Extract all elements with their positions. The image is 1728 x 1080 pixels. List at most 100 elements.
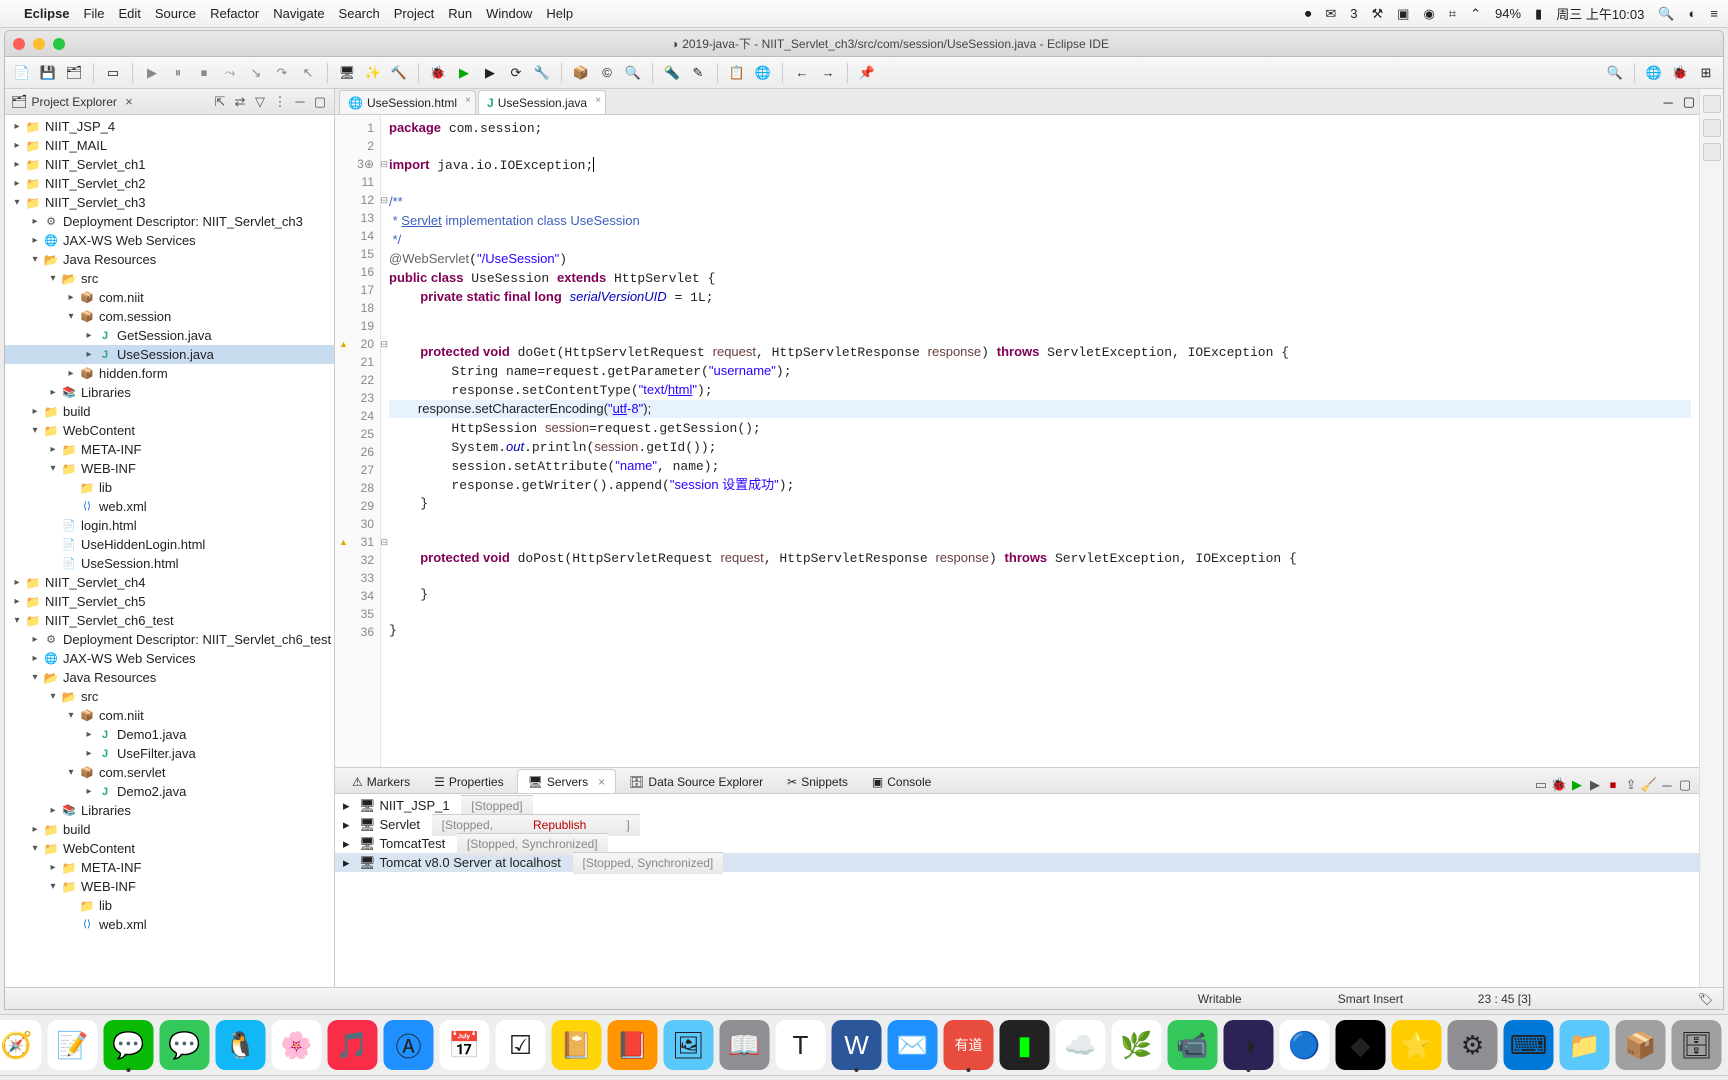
tree-item[interactable]: NIIT_Servlet_ch4: [43, 575, 145, 590]
status-grid-icon[interactable]: ⌗: [1449, 6, 1456, 22]
tree-item[interactable]: web.xml: [97, 917, 147, 932]
dock-terminal[interactable]: ▮: [1000, 1020, 1050, 1070]
dock-cloud1[interactable]: ☁️: [1056, 1020, 1106, 1070]
tree-item[interactable]: JAX-WS Web Services: [61, 651, 196, 666]
perspective-jee-button[interactable]: 🌐: [1643, 62, 1665, 84]
close-window-button[interactable]: [13, 38, 25, 50]
server-name[interactable]: Tomcat v8.0 Server at localhost: [380, 855, 561, 870]
tree-item[interactable]: src: [79, 689, 98, 704]
tree-item[interactable]: NIIT_Servlet_ch5: [43, 594, 145, 609]
tree-item[interactable]: com.niit: [97, 290, 144, 305]
code-content[interactable]: package com.session; import java.io.IOEx…: [381, 115, 1699, 767]
tree-item[interactable]: build: [61, 822, 90, 837]
save-button[interactable]: 💾: [37, 62, 59, 84]
tab-servers[interactable]: 🖥Servers×: [517, 769, 617, 793]
perspective-debug-button[interactable]: 🐞: [1669, 62, 1691, 84]
tree-item[interactable]: login.html: [79, 518, 137, 533]
spotlight-icon[interactable]: 🔍: [1658, 6, 1674, 22]
minimize-window-button[interactable]: [33, 38, 45, 50]
step-into-button[interactable]: ↘: [245, 62, 267, 84]
tab-usesession-java[interactable]: J UseSession.java ×: [478, 90, 606, 114]
status-hammer-icon[interactable]: ⚒: [1371, 6, 1383, 22]
tree-item[interactable]: build: [61, 404, 90, 419]
dock-reminders[interactable]: ☑: [496, 1020, 546, 1070]
servers-list[interactable]: ▸🖥NIIT_JSP_1 [Stopped] ▸🖥Servlet [Stoppe…: [335, 794, 1699, 987]
battery-icon[interactable]: ▮: [1535, 6, 1542, 22]
quick-access-button[interactable]: 🔍: [1604, 62, 1626, 84]
dock-preview[interactable]: 🖼: [664, 1020, 714, 1070]
tree-item[interactable]: NIIT_MAIL: [43, 138, 107, 153]
maximize-editor-button[interactable]: ▢: [1679, 90, 1699, 114]
filter-button[interactable]: ▽: [252, 94, 268, 110]
new-button[interactable]: 📄: [11, 62, 33, 84]
forward-button[interactable]: →: [817, 62, 839, 84]
dock-notes-app[interactable]: 📝: [48, 1020, 98, 1070]
save-all-button[interactable]: 🗂: [63, 62, 85, 84]
tree-item[interactable]: Deployment Descriptor: NIIT_Servlet_ch3: [61, 214, 303, 229]
debug-button[interactable]: 🐞: [427, 62, 449, 84]
dock-ibooks[interactable]: 📕: [608, 1020, 658, 1070]
status-num[interactable]: 3: [1350, 6, 1357, 21]
menu-file[interactable]: File: [84, 6, 105, 21]
dock-messages[interactable]: 💬: [160, 1020, 210, 1070]
dock-wechat[interactable]: 💬: [104, 1020, 154, 1070]
menu-source[interactable]: Source: [155, 6, 196, 21]
close-view-button[interactable]: ×: [121, 94, 137, 110]
status-record-icon[interactable]: ⏺: [1305, 6, 1312, 22]
tree-item[interactable]: web.xml: [97, 499, 147, 514]
dock-folder[interactable]: 📁: [1560, 1020, 1610, 1070]
dock-chrome[interactable]: 🔵: [1280, 1020, 1330, 1070]
tree-item[interactable]: Java Resources: [61, 670, 156, 685]
tab-properties[interactable]: ☰Properties: [423, 769, 514, 793]
new-server-button[interactable]: 🖥: [336, 62, 358, 84]
collapse-all-button[interactable]: ⇱: [212, 94, 228, 110]
terminate-button[interactable]: ⏹: [193, 62, 215, 84]
minimize-editor-button[interactable]: ─: [1659, 91, 1676, 114]
server-stop-button[interactable]: ⏹: [1605, 777, 1621, 793]
server-debug-button[interactable]: 🐞: [1551, 777, 1567, 793]
close-tab-button[interactable]: ×: [595, 95, 601, 106]
dock-vscode[interactable]: ⌨: [1504, 1020, 1554, 1070]
app-name[interactable]: Eclipse: [24, 6, 70, 21]
tree-item[interactable]: hidden.form: [97, 366, 168, 381]
menu-navigate[interactable]: Navigate: [273, 6, 324, 21]
run-last-button[interactable]: ⟳: [505, 62, 527, 84]
tree-item[interactable]: NIIT_Servlet_ch2: [43, 176, 145, 191]
tree-item[interactable]: JAX-WS Web Services: [61, 233, 196, 248]
dock-eclipse[interactable]: ◑: [1224, 1020, 1274, 1070]
menu-project[interactable]: Project: [394, 6, 434, 21]
dock-qq[interactable]: 🐧: [216, 1020, 266, 1070]
tree-item[interactable]: Libraries: [79, 385, 131, 400]
tree-item[interactable]: UseSession.html: [79, 556, 179, 571]
tab-console[interactable]: ▣Console: [861, 769, 942, 793]
dock-textedit[interactable]: T: [776, 1020, 826, 1070]
step-over-button[interactable]: ↷: [271, 62, 293, 84]
pin-editor-button[interactable]: 📌: [856, 62, 878, 84]
menu-edit[interactable]: Edit: [118, 6, 140, 21]
open-type-button[interactable]: 🔍: [622, 62, 644, 84]
dock-settings[interactable]: ⚙: [1448, 1020, 1498, 1070]
menu-refactor[interactable]: Refactor: [210, 6, 259, 21]
server-name[interactable]: Servlet: [380, 817, 420, 832]
server-clean-button[interactable]: 🧹: [1641, 777, 1657, 793]
dock-facetime[interactable]: 📹: [1168, 1020, 1218, 1070]
server-name[interactable]: TomcatTest: [380, 836, 446, 851]
dock-safari[interactable]: 🧭: [0, 1020, 42, 1070]
tasklist-fastview-button[interactable]: [1703, 119, 1721, 137]
code-editor[interactable]: 123⊕11 12131415 16171819 20212223 242526…: [335, 115, 1699, 767]
close-tab-button[interactable]: ×: [598, 775, 605, 789]
dock-leaf[interactable]: 🌿: [1112, 1020, 1162, 1070]
dock-navicat[interactable]: ⭐: [1392, 1020, 1442, 1070]
coverage-button[interactable]: ▶: [479, 62, 501, 84]
dock-music[interactable]: 🎵: [328, 1020, 378, 1070]
search-button[interactable]: 🔦: [661, 62, 683, 84]
dock-calendar[interactable]: 📅: [440, 1020, 490, 1070]
tree-item[interactable]: META-INF: [79, 860, 141, 875]
new-wizard-button[interactable]: ✨: [362, 62, 384, 84]
project-tree[interactable]: ▸NIIT_JSP_4 ▸NIIT_MAIL ▸NIIT_Servlet_ch1…: [5, 115, 334, 987]
siri-color-icon[interactable]: ◐: [1689, 6, 1697, 21]
annotation-button[interactable]: ✎: [687, 62, 709, 84]
dock-dictionary[interactable]: 📖: [720, 1020, 770, 1070]
tree-item[interactable]: lib: [97, 480, 112, 495]
tree-item[interactable]: src: [79, 271, 98, 286]
